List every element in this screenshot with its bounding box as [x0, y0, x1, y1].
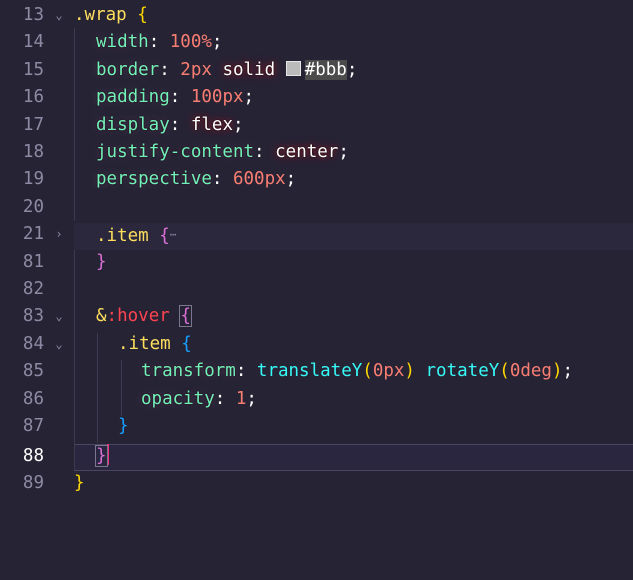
- code-line[interactable]: 15 border: 2px solid #bbb;: [0, 57, 633, 84]
- code-line[interactable]: 14 width: 100%;: [0, 29, 633, 56]
- line-number: 81: [22, 251, 44, 272]
- line-number: 20: [22, 196, 44, 217]
- property: perspective: [96, 169, 212, 190]
- value: 2px: [180, 59, 212, 80]
- function: rotateY: [425, 361, 500, 382]
- line-number: 89: [22, 473, 44, 493]
- selector: .item: [118, 333, 171, 354]
- line-number: 13: [22, 5, 44, 25]
- property: opacity: [141, 388, 215, 409]
- value: 100px: [190, 87, 244, 108]
- line-number: 16: [22, 87, 44, 108]
- property: padding: [96, 87, 170, 108]
- color-swatch-icon[interactable]: [285, 60, 301, 76]
- brace: {: [179, 305, 192, 328]
- code-line[interactable]: 82: [0, 276, 633, 303]
- line-number: 19: [22, 169, 44, 190]
- code-line[interactable]: 21 › .item {⋯: [0, 221, 633, 248]
- property: width: [96, 32, 149, 53]
- line-number: 14: [22, 32, 44, 53]
- brace: {: [159, 226, 170, 247]
- code-line[interactable]: 86 opacity: 1;: [0, 386, 633, 413]
- property: transform: [141, 361, 236, 382]
- code-line[interactable]: 19 perspective: 600px;: [0, 166, 633, 193]
- code-line[interactable]: 16 padding: 100px;: [0, 84, 633, 111]
- code-line[interactable]: 83 ⌄ &:hover {: [0, 303, 633, 330]
- color-value: #bbb: [304, 59, 347, 80]
- code-line[interactable]: 18 justify-content: center;: [0, 139, 633, 166]
- line-number: 85: [22, 361, 44, 382]
- code-line[interactable]: 17 display: flex;: [0, 112, 633, 139]
- property: display: [96, 114, 170, 135]
- fold-expanded-icon[interactable]: ⌄: [52, 331, 66, 358]
- line-number: 83: [22, 306, 44, 327]
- code-line[interactable]: 84 ⌄ .item {: [0, 331, 633, 358]
- selector: .item: [96, 226, 149, 247]
- value: 1: [235, 388, 247, 409]
- brace: {: [181, 333, 192, 354]
- line-number: 17: [22, 114, 44, 135]
- value: solid: [222, 59, 276, 80]
- pseudo-class: :hover: [106, 306, 170, 327]
- line-number: 18: [22, 142, 44, 162]
- line-number: 88: [22, 446, 44, 466]
- code-line[interactable]: 89 }: [0, 470, 633, 497]
- brace: }: [118, 416, 129, 436]
- line-number: 82: [22, 279, 44, 299]
- line-number: 21: [22, 224, 44, 245]
- code-line[interactable]: 13 ⌄ .wrap {: [0, 2, 633, 29]
- value: 100%: [169, 32, 212, 53]
- line-number: 15: [22, 59, 44, 80]
- code-line[interactable]: 85 transform: translateY(0px) rotateY(0d…: [0, 358, 633, 385]
- value: flex: [190, 114, 233, 135]
- folded-ellipsis-icon[interactable]: ⋯: [170, 228, 177, 241]
- function: translateY: [256, 361, 363, 382]
- code-line[interactable]: 20: [0, 194, 633, 221]
- brace: }: [96, 251, 107, 272]
- text-cursor: [106, 444, 109, 465]
- line-number: 87: [22, 416, 44, 436]
- value: 0px: [372, 361, 405, 382]
- line-number: 86: [22, 388, 44, 409]
- property: border: [96, 59, 160, 80]
- fold-expanded-icon[interactable]: ⌄: [52, 2, 66, 29]
- brace: }: [74, 473, 85, 493]
- code-line[interactable]: 87 }: [0, 413, 633, 440]
- code-line[interactable]: 81 }: [0, 249, 633, 276]
- line-number: 84: [22, 333, 44, 354]
- value: 600px: [232, 169, 286, 190]
- value: 0deg: [509, 361, 552, 382]
- value: center: [275, 142, 339, 162]
- brace: }: [95, 445, 108, 467]
- fold-collapsed-icon[interactable]: ›: [52, 221, 66, 248]
- property: justify-content: [96, 142, 255, 162]
- code-editor[interactable]: 13 ⌄ .wrap { 14 width: 100%; 15 border: …: [0, 0, 633, 503]
- parent-selector: &: [96, 306, 107, 327]
- code-line-current[interactable]: 88 }: [0, 443, 633, 470]
- brace: {: [137, 5, 148, 25]
- selector: .wrap: [74, 5, 127, 25]
- fold-expanded-icon[interactable]: ⌄: [52, 303, 66, 330]
